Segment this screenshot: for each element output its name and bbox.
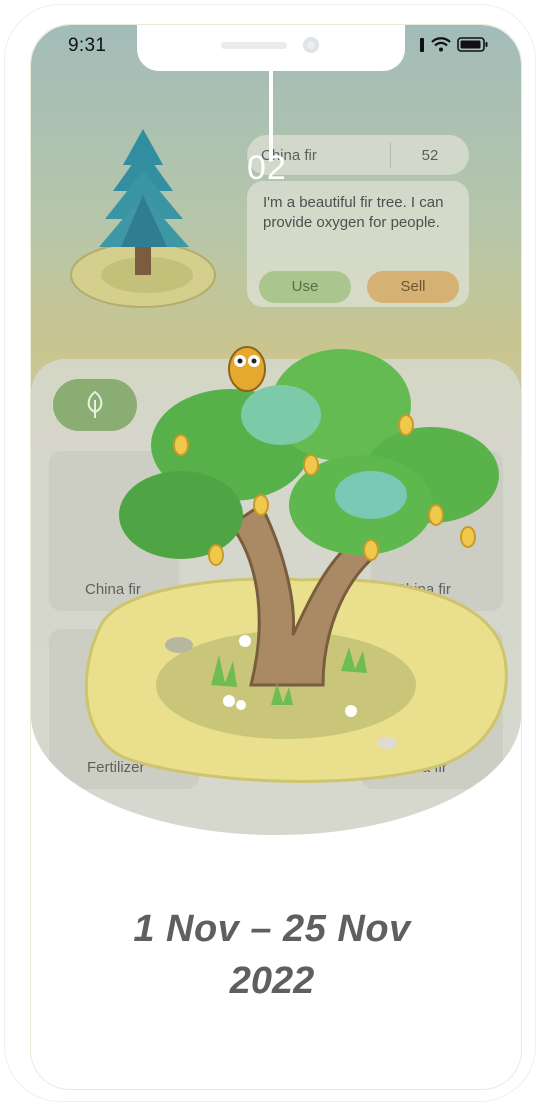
wifi-icon: [431, 37, 451, 52]
front-camera: [303, 37, 319, 53]
callout-number: 02: [247, 149, 287, 187]
phone-notch: [137, 25, 405, 71]
main-tree-illustration: [84, 346, 508, 783]
use-button[interactable]: Use: [259, 271, 351, 303]
item-quantity: 52: [421, 146, 439, 164]
date-range: 1 Nov – 25 Nov: [133, 908, 411, 950]
game-area: China fir China fir Fertilizer China fir: [31, 25, 521, 835]
item-description: I'm a beautiful fir tree. I can provide …: [263, 194, 444, 231]
owl: [228, 346, 266, 392]
sell-button[interactable]: Sell: [367, 271, 459, 303]
speaker-grille: [221, 42, 287, 49]
date-year: 2022: [229, 960, 315, 1002]
signal-icon: [420, 37, 424, 52]
fir-tree-illustration: [70, 129, 216, 308]
callout-line: [269, 71, 273, 161]
item-description-box: I'm a beautiful fir tree. I can provide …: [247, 181, 469, 307]
status-icons: [419, 37, 489, 52]
battery-icon: [457, 37, 488, 52]
status-time: 9:31: [68, 35, 107, 56]
